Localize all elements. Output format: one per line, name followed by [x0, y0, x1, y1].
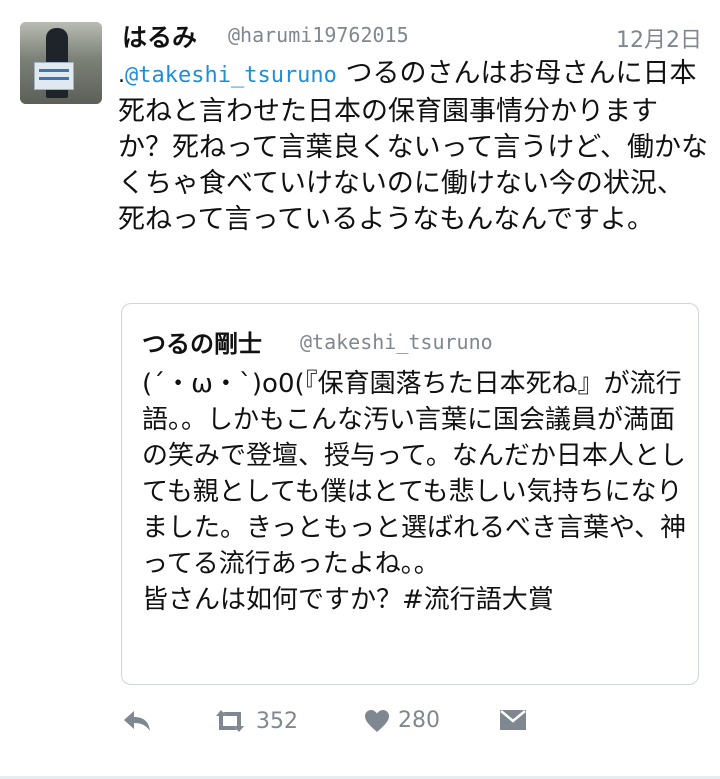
direct-message-button[interactable] [498, 708, 528, 732]
retweet-button[interactable]: 352 [212, 708, 298, 734]
user-handle[interactable]: @harumi19762015 [228, 23, 409, 47]
reply-icon [122, 708, 152, 734]
retweet-icon [212, 708, 248, 734]
avatar[interactable] [20, 22, 102, 104]
tweet-text: .@takeshi_tsuruno つるのさんはお母さんに日本死ねと言わせた日本… [118, 56, 708, 238]
display-name[interactable]: はるみ [122, 18, 197, 54]
tweet-header: はるみ @harumi19762015 12月2日 [122, 18, 702, 54]
retweet-count: 352 [256, 708, 298, 734]
leading-dot: . [118, 63, 125, 88]
tweet-date[interactable]: 12月2日 [616, 22, 702, 54]
mention-link[interactable]: @takeshi_tsuruno [125, 63, 337, 88]
quoted-tweet[interactable]: つるの剛士 @takeshi_tsuruno (´・ω・`)o0(『保育園落ちた… [121, 303, 699, 685]
quoted-display-name: つるの剛士 [142, 330, 262, 358]
reply-button[interactable] [122, 708, 152, 734]
tweet-actions: 352 280 [118, 704, 678, 748]
direct-message-icon [498, 708, 528, 732]
quoted-user-handle: @takeshi_tsuruno [300, 330, 493, 354]
like-count: 280 [398, 708, 440, 733]
quoted-text: (´・ω・`)o0(『保育園落ちた日本死ね』が流行語。。しかもこんな汚い言葉に国… [142, 369, 687, 615]
tweet: はるみ @harumi19762015 12月2日 .@takeshi_tsur… [0, 0, 720, 779]
like-button[interactable]: 280 [364, 708, 440, 733]
heart-icon [364, 709, 390, 733]
